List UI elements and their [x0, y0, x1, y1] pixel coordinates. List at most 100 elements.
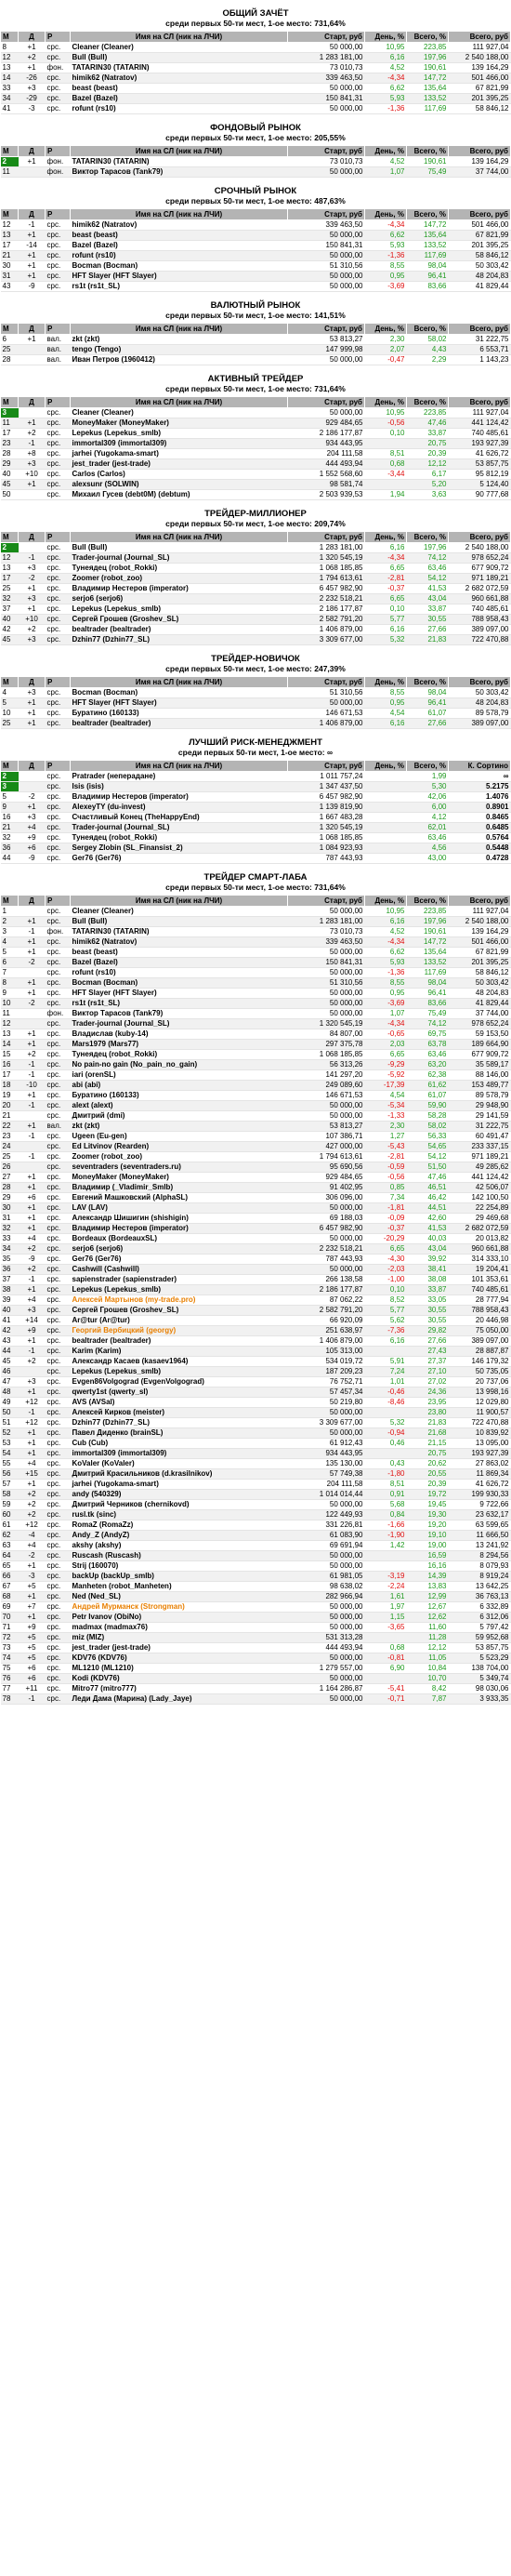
participant-name[interactable]: rofunt (rs10) — [70, 103, 288, 114]
participant-name[interactable]: rusl.tk (sinc) — [70, 1509, 288, 1520]
participant-name[interactable]: Bocman (Bocman) — [70, 687, 288, 698]
participant-name[interactable]: Manheten (robot_Manheten) — [70, 1581, 288, 1592]
participant-name[interactable]: Cashwill (Cashwill) — [70, 1264, 288, 1275]
column-header[interactable]: День, % — [364, 208, 407, 220]
column-header[interactable]: Имя на СЛ (ник на ЛЧИ) — [70, 760, 288, 772]
participant-name[interactable]: Kodi (KDV76) — [70, 1673, 288, 1684]
participant-name[interactable]: alext (alext) — [70, 1100, 288, 1111]
participant-name[interactable]: HFT Slayer (HFT Slayer) — [70, 697, 288, 709]
column-header[interactable]: Всего, % — [406, 396, 449, 408]
column-header[interactable]: Р — [45, 323, 71, 335]
column-header[interactable]: Всего, % — [406, 760, 449, 772]
column-header[interactable]: Имя на СЛ (ник на ЛЧИ) — [70, 895, 288, 907]
participant-name[interactable]: Mars1979 (Mars77) — [70, 1039, 288, 1050]
column-header[interactable]: Всего, % — [406, 895, 449, 907]
participant-name[interactable]: Strij (160070) — [70, 1560, 288, 1572]
column-header[interactable]: Старт, руб — [287, 396, 365, 408]
participant-name[interactable]: MoneyMaker (MoneyMaker) — [70, 418, 288, 429]
column-header[interactable]: М — [0, 208, 19, 220]
participant-name[interactable]: Дмитрий (dmi) — [70, 1110, 288, 1122]
participant-name[interactable]: Lepekus (Lepekus_smlb) — [70, 1366, 288, 1377]
participant-name[interactable]: Lepekus (Lepekus_smlb) — [70, 604, 288, 615]
participant-name[interactable]: Владимир Нестеров (imperator) — [70, 791, 288, 803]
participant-name[interactable]: himik62 (Natratov) — [70, 219, 288, 231]
participant-name[interactable]: MoneyMaker (MoneyMaker) — [70, 1172, 288, 1183]
column-header[interactable]: Р — [45, 531, 71, 543]
column-header[interactable]: День, % — [364, 676, 407, 688]
participant-name[interactable]: rofunt (rs10) — [70, 967, 288, 978]
participant-name[interactable]: HFT Slayer (HFT Slayer) — [70, 271, 288, 282]
participant-name[interactable]: Алексей Кирков (meister) — [70, 1407, 288, 1418]
column-header[interactable]: Всего, % — [406, 145, 449, 157]
participant-name[interactable]: Буратино (160133) — [70, 708, 288, 719]
participant-name[interactable]: serjo6 (serjo6) — [70, 593, 288, 604]
column-header[interactable]: Старт, руб — [287, 676, 365, 688]
participant-name[interactable]: TATARIN30 (TATARIN) — [70, 62, 288, 73]
participant-name[interactable]: Сергей Грошев (Groshev_SL) — [70, 614, 288, 625]
participant-name[interactable]: Ger76 (Ger76) — [70, 1254, 288, 1265]
participant-name[interactable]: Bocman (Bocman) — [70, 977, 288, 989]
participant-name[interactable]: Trader-journal (Journal_SL) — [70, 552, 288, 564]
participant-name[interactable]: Zoomer (robot_zoo) — [70, 1151, 288, 1162]
participant-name[interactable]: Виктор Тарасов (Tank79) — [70, 1008, 288, 1019]
participant-name[interactable]: Lepekus (Lepekus_smlb) — [70, 1284, 288, 1295]
participant-name[interactable]: Bazel (Bazel) — [70, 957, 288, 968]
column-header[interactable]: Имя на СЛ (ник на ЛЧИ) — [70, 145, 288, 157]
column-header[interactable]: Всего, % — [406, 676, 449, 688]
column-header[interactable]: Всего, % — [406, 323, 449, 335]
participant-name[interactable]: zkt (zkt) — [70, 334, 288, 345]
participant-name[interactable]: miz (MIZ) — [70, 1632, 288, 1643]
column-header[interactable]: М — [0, 760, 19, 772]
column-header[interactable]: Всего, руб — [448, 31, 511, 43]
participant-name[interactable]: immortal309 (immortal309) — [70, 1448, 288, 1459]
participant-name[interactable]: Дмитрий Черников (chernikovd) — [70, 1499, 288, 1510]
column-header[interactable]: Д — [18, 676, 46, 688]
participant-name[interactable]: TATARIN30 (TATARIN) — [70, 926, 288, 937]
column-header[interactable]: Старт, руб — [287, 31, 365, 43]
participant-name[interactable]: Evgen86Volgograd (EvgenVolgograd) — [70, 1376, 288, 1388]
column-header[interactable]: Р — [45, 676, 71, 688]
participant-name[interactable]: Lepekus (Lepekus_smlb) — [70, 428, 288, 439]
participant-name[interactable]: Счастливый Конец (TheHappyEnd) — [70, 812, 288, 823]
participant-name[interactable]: Владимир (_Vladimir_Smlb) — [70, 1182, 288, 1193]
participant-name[interactable]: Ruscash (Ruscash) — [70, 1550, 288, 1561]
participant-name[interactable]: akshy (akshy) — [70, 1540, 288, 1551]
column-header[interactable]: Старт, руб — [287, 208, 365, 220]
participant-name[interactable]: jest_trader (jest-trade) — [70, 1642, 288, 1653]
participant-name[interactable]: beast (beast) — [70, 83, 288, 94]
participant-name[interactable]: rs1t (rs1t_SL) — [70, 281, 288, 292]
participant-name[interactable]: madmax (madmax76) — [70, 1622, 288, 1633]
participant-name[interactable]: Cleaner (Cleaner) — [70, 42, 288, 53]
participant-name[interactable]: Ed Litvinov (Rearden) — [70, 1141, 288, 1152]
column-header[interactable]: Имя на СЛ (ник на ЛЧИ) — [70, 208, 288, 220]
participant-name[interactable]: zkt (zkt) — [70, 1121, 288, 1132]
column-header[interactable]: М — [0, 895, 19, 907]
column-header[interactable]: Всего, руб — [448, 895, 511, 907]
participant-name[interactable]: Bocman (Bocman) — [70, 260, 288, 272]
column-header[interactable]: День, % — [364, 531, 407, 543]
participant-name[interactable]: Sergey Zlobin (SL_Finansist_2) — [70, 843, 288, 854]
participant-name[interactable]: KoValer (KoValer) — [70, 1458, 288, 1469]
participant-name[interactable]: bealtrader (bealtrader) — [70, 718, 288, 729]
column-header[interactable]: День, % — [364, 323, 407, 335]
participant-name[interactable]: Mitro77 (mitro777) — [70, 1683, 288, 1694]
participant-name[interactable]: Буратино (160133) — [70, 1090, 288, 1101]
participant-name[interactable]: rs1t (rs1t_SL) — [70, 998, 288, 1009]
participant-name[interactable]: Cleaner (Cleaner) — [70, 906, 288, 917]
participant-name[interactable]: Dzhin77 (Dzhin77_SL) — [70, 634, 288, 645]
column-header[interactable]: М — [0, 31, 19, 43]
participant-name[interactable]: jarhei (Yugokama-smart) — [70, 1479, 288, 1490]
column-header[interactable]: Старт, руб — [287, 145, 365, 157]
column-header[interactable]: Имя на СЛ (ник на ЛЧИ) — [70, 396, 288, 408]
participant-name[interactable]: Trader-journal (Journal_SL) — [70, 1018, 288, 1029]
column-header[interactable]: Д — [18, 31, 46, 43]
column-header[interactable]: Р — [45, 145, 71, 157]
participant-name[interactable]: Георгий Вербицкий (georgy) — [70, 1325, 288, 1336]
column-header[interactable]: Р — [45, 760, 71, 772]
participant-name[interactable]: KDV76 (KDV76) — [70, 1653, 288, 1664]
participant-name[interactable]: Bull (Bull) — [70, 916, 288, 927]
column-header[interactable]: Р — [45, 895, 71, 907]
participant-name[interactable]: Bazel (Bazel) — [70, 93, 288, 104]
column-header[interactable]: Имя на СЛ (ник на ЛЧИ) — [70, 676, 288, 688]
participant-name[interactable]: backUp (backUp_smlb) — [70, 1571, 288, 1582]
